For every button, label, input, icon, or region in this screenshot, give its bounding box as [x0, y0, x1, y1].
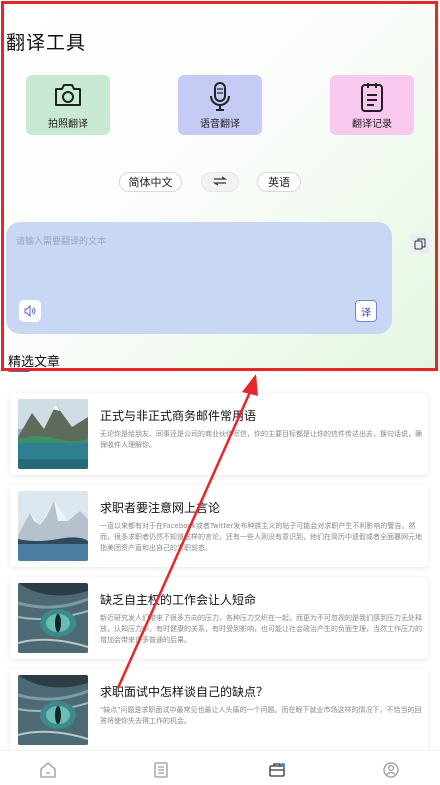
article-title: 求职者要注意网上言论 — [100, 501, 221, 515]
article-thumbnail — [18, 583, 88, 653]
tab-home[interactable] — [39, 761, 57, 779]
swap-arrows-icon — [212, 175, 228, 189]
article-thumbnail — [18, 399, 88, 469]
camera-icon — [52, 81, 84, 113]
copy-icon — [414, 235, 426, 254]
translate-button[interactable]: 译 — [355, 300, 377, 322]
article-card[interactable]: 求职面试中怎样谈自己的缺点？ "缺点"问题是求职面试中最常见也最让人头痛的一个问… — [10, 669, 428, 751]
article-title: 缺乏自主权的工作会让人短命 — [100, 593, 257, 607]
featured-articles-heading: 精选文章 — [8, 351, 61, 372]
tab-documents[interactable] — [152, 761, 170, 779]
photo-translate-button[interactable]: 拍照翻译 — [26, 75, 110, 135]
voice-translate-label: 语音翻译 — [200, 119, 240, 130]
article-title: 求职面试中怎样谈自己的缺点？ — [100, 685, 269, 699]
tab-profile[interactable] — [382, 761, 400, 779]
clipboard-icon — [359, 81, 385, 117]
swap-languages-button[interactable] — [201, 172, 239, 192]
home-icon — [39, 762, 57, 783]
copy-button[interactable] — [410, 234, 430, 254]
language-selector: 简体中文 英语 — [0, 172, 440, 194]
page-title: 翻译工具 — [6, 32, 87, 54]
article-description: "缺点"问题是求职面试中最常见也最让人头痛的一个问题。而在眼下就业市场这样的情况… — [100, 706, 422, 725]
input-placeholder: 请输入需要翻译的文本 — [16, 237, 107, 247]
translation-input[interactable]: 请输入需要翻译的文本 译 — [6, 222, 392, 334]
briefcase-icon — [268, 763, 286, 783]
source-language-button[interactable]: 简体中文 — [119, 172, 182, 192]
target-language-button[interactable]: 英语 — [257, 172, 301, 192]
document-icon — [152, 762, 170, 783]
voice-translate-button[interactable]: 语音翻译 — [178, 75, 262, 135]
featured-articles-title: 精选文章 — [8, 355, 61, 370]
article-card[interactable]: 求职者要注意网上言论 一直以来都有对于在Facebook或者Twitter发布种… — [10, 485, 428, 567]
photo-translate-label: 拍照翻译 — [48, 119, 88, 130]
translate-history-label: 翻译记录 — [352, 119, 392, 130]
article-thumbnail — [18, 675, 88, 745]
article-card[interactable]: 缺乏自主权的工作会让人短命 新近研究发人们带来了很多方向的压力，各种压力交织在一… — [10, 577, 428, 659]
speak-button[interactable] — [19, 300, 41, 322]
article-description: 无论你是给朋友、同事还是公司的商业伙伴写信，你的主要目标都是让你的信件传达出去，… — [100, 430, 422, 449]
microphone-icon — [208, 81, 232, 117]
speaker-icon — [24, 302, 36, 321]
tab-toolbox[interactable] — [268, 761, 286, 779]
article-description: 一直以来都有对于在Facebook或者Twitter发布种族主义的帖子可能会对求… — [100, 522, 422, 552]
bottom-tab-bar — [0, 750, 440, 785]
translate-history-button[interactable]: 翻译记录 — [330, 75, 414, 135]
heading-underline — [8, 369, 30, 372]
article-title: 正式与非正式商务邮件常用语 — [100, 409, 257, 423]
article-thumbnail — [18, 491, 88, 561]
user-icon — [382, 762, 400, 783]
article-description: 新近研究发人们带来了很多方向的压力，各种压力交织在一起，而更为不可忽视的是我们感… — [100, 614, 422, 644]
article-card[interactable]: 正式与非正式商务邮件常用语 无论你是给朋友、同事还是公司的商业伙伴写信，你的主要… — [10, 393, 428, 475]
